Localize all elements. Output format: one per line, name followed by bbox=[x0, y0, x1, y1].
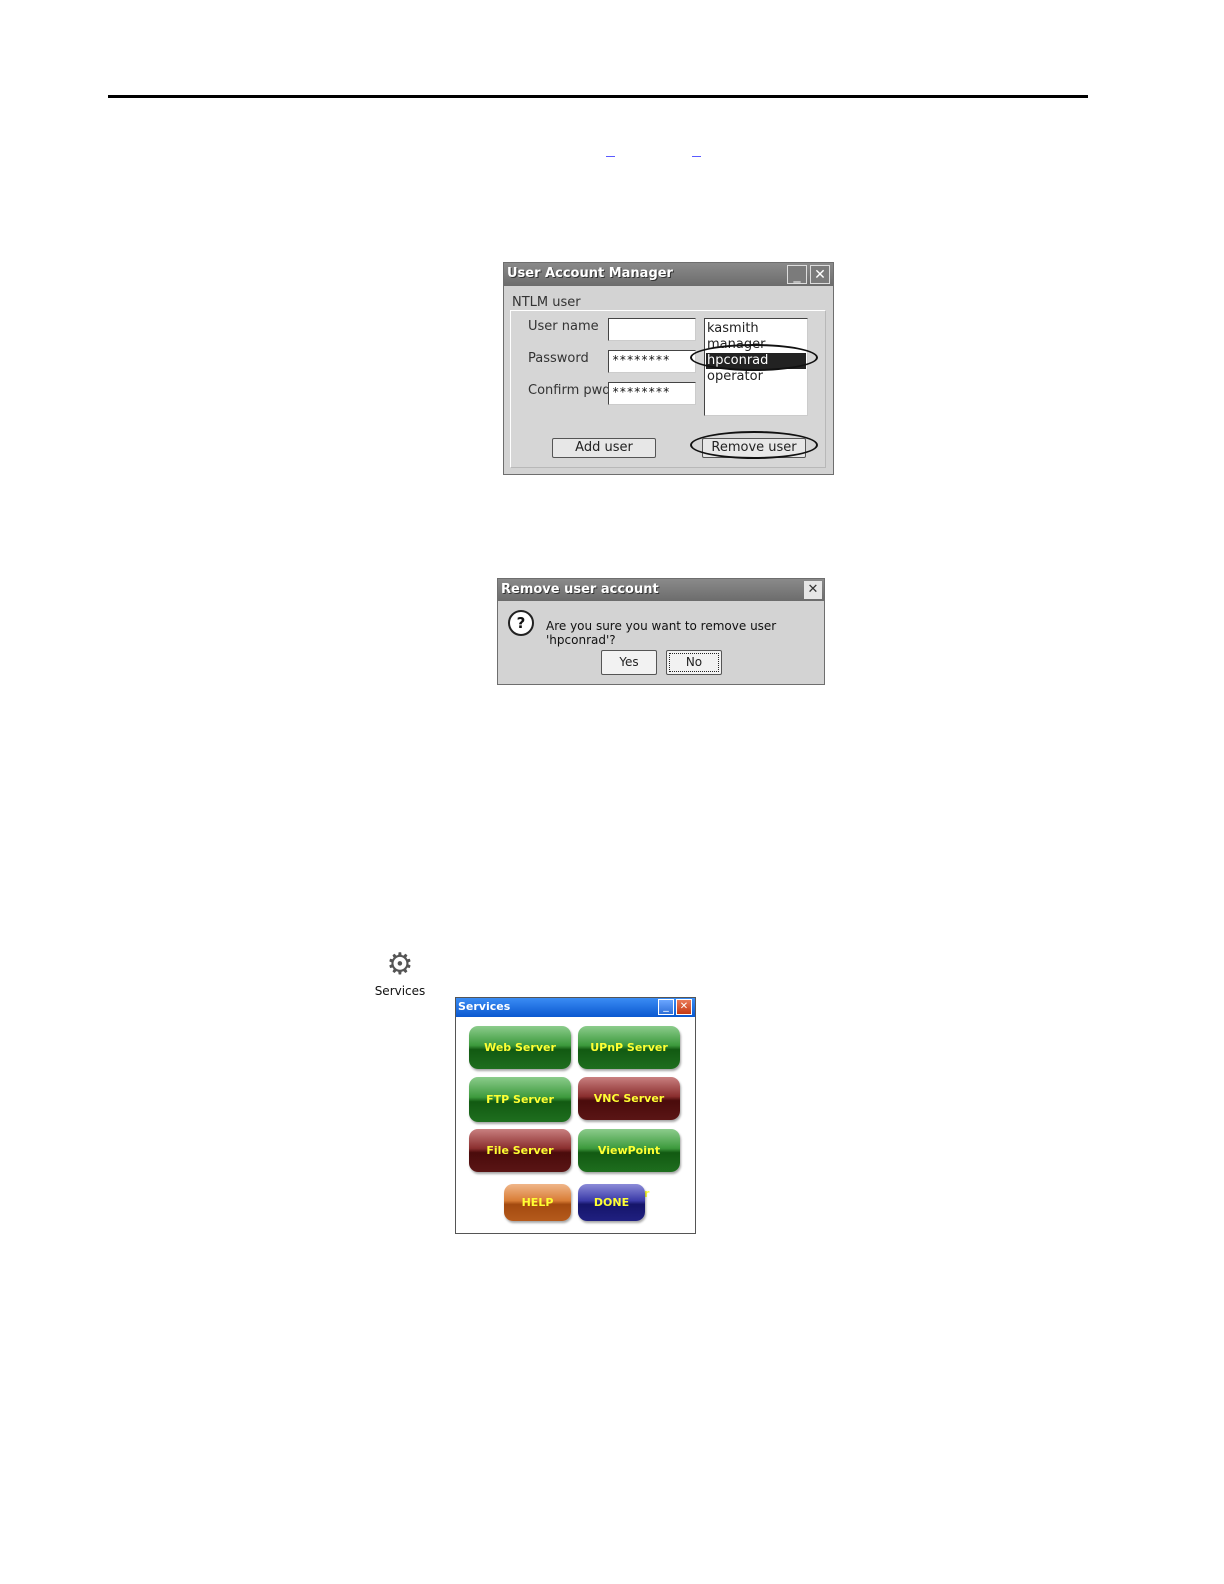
list-item[interactable]: kasmith bbox=[706, 321, 806, 337]
viewpoint-server-button[interactable]: ViewPoint Server bbox=[578, 1129, 680, 1200]
remove-button-highlight-oval bbox=[690, 431, 818, 459]
services-close-button[interactable]: ✕ bbox=[676, 999, 692, 1015]
list-item[interactable]: operator bbox=[706, 369, 806, 385]
minimize-icon: _ bbox=[663, 999, 669, 1012]
services-window: Services _ ✕ Web Server UPnP Server FTP … bbox=[455, 997, 696, 1234]
user-name-field[interactable] bbox=[608, 318, 696, 341]
web-server-button[interactable]: Web Server bbox=[469, 1026, 571, 1069]
password-label: Password bbox=[528, 351, 589, 366]
link-underline-2 bbox=[692, 156, 701, 157]
services-desktop-icon[interactable]: ⚙ Services bbox=[370, 948, 430, 1002]
question-icon: ? bbox=[508, 610, 534, 636]
header-rule bbox=[108, 95, 1088, 98]
done-button[interactable]: DONE bbox=[578, 1184, 645, 1221]
group-label: NTLM user bbox=[512, 295, 581, 310]
no-button[interactable]: No bbox=[666, 650, 722, 675]
services-minimize-button[interactable]: _ bbox=[658, 999, 674, 1015]
user-account-manager-window: User Account Manager _ ✕ NTLM user User … bbox=[503, 262, 834, 475]
close-button[interactable]: ✕ bbox=[810, 265, 830, 284]
dialog-close-button[interactable]: ✕ bbox=[804, 581, 822, 599]
services-title: Services bbox=[458, 1000, 511, 1013]
confirm-pwd-label: Confirm pwd bbox=[528, 383, 611, 398]
uam-title: User Account Manager bbox=[507, 266, 673, 281]
gears-icon: ⚙ bbox=[386, 947, 414, 982]
dialog-titlebar: Remove user account bbox=[498, 579, 824, 601]
remove-user-dialog: Remove user account ✕ ? Are you sure you… bbox=[497, 578, 825, 685]
uam-titlebar: User Account Manager bbox=[504, 263, 833, 286]
close-icon: ✕ bbox=[679, 1001, 689, 1012]
add-user-button[interactable]: Add user bbox=[552, 438, 656, 458]
file-server-button[interactable]: File Server bbox=[469, 1129, 571, 1172]
vnc-server-button[interactable]: VNC Server bbox=[578, 1077, 680, 1120]
upnp-server-button[interactable]: UPnP Server bbox=[578, 1026, 680, 1069]
user-name-label: User name bbox=[528, 319, 599, 334]
selected-user-highlight-oval bbox=[690, 344, 818, 371]
help-button[interactable]: HELP bbox=[504, 1184, 571, 1221]
services-icon-label: Services bbox=[374, 984, 426, 998]
dialog-message: Are you sure you want to remove user 'hp… bbox=[546, 619, 777, 647]
ftp-server-button[interactable]: FTP Server bbox=[469, 1077, 571, 1122]
close-icon: ✕ bbox=[807, 582, 819, 597]
yes-button[interactable]: Yes bbox=[601, 650, 657, 675]
minimize-button[interactable]: _ bbox=[787, 265, 807, 284]
dialog-title: Remove user account bbox=[501, 582, 659, 597]
password-field[interactable]: ******** bbox=[608, 350, 696, 373]
confirm-pwd-field[interactable]: ******** bbox=[608, 382, 696, 405]
link-underline-1 bbox=[606, 156, 615, 157]
minimize-icon: _ bbox=[793, 267, 801, 283]
close-icon: ✕ bbox=[814, 267, 826, 283]
